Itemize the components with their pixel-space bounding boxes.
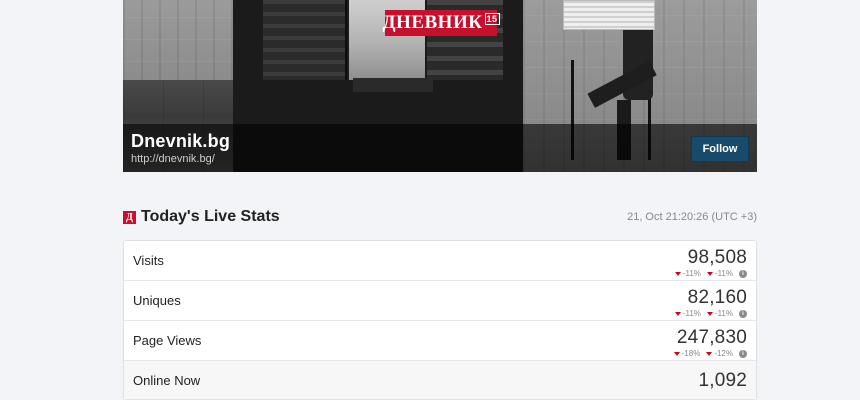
info-icon[interactable]: i [739,309,747,318]
stat-delta: -11% [674,269,701,278]
arrow-down-icon [674,311,681,316]
arrow-down-icon [674,271,681,276]
arrow-down-icon [706,351,713,356]
stat-row-uniques: Uniques 82,160 -11% -11% i [124,281,756,321]
banner-photo-door-left [263,0,347,80]
stat-deltas: -18% -12% i [673,349,747,358]
stat-delta: -18% [673,349,701,358]
arrow-down-icon [673,351,680,356]
site-url-link[interactable]: http://dnevnik.bg/ [131,153,215,165]
stats-table: Visits 98,508 -11% -11% i Uniques 82,160 [123,240,757,400]
stat-value: 247,830 [676,327,747,348]
banner-photo-newspaper [563,0,655,30]
stat-value: 82,160 [687,287,747,308]
arrow-down-icon [706,271,713,276]
stat-delta-value: -11% [682,269,701,278]
stats-title: Today's Live Stats [141,208,280,225]
stat-row-online-now: Online Now 1,092 [124,361,756,399]
banner-photo-mat [353,78,433,92]
stat-delta-value: -18% [681,349,701,358]
stats-timestamp: 21, Oct 21:20:26 (UTC +3) [627,211,757,223]
stat-value: 98,508 [687,247,747,268]
site-logo-text: ДНЕВНИК [382,12,483,33]
stat-delta: -11% [674,309,701,318]
stat-deltas: -11% -11% i [674,269,747,278]
page: ДНЕВНИК 15 Dnevnik.bg http://dnevnik.bg/ … [0,0,860,400]
follow-button[interactable]: Follow [691,136,749,162]
stat-delta-value: -11% [682,309,701,318]
stat-deltas: -11% -11% i [674,309,747,318]
stat-delta-value: -11% [714,269,733,278]
stat-value: 1,092 [698,370,747,391]
stat-label: Online Now [133,373,201,388]
info-icon[interactable]: i [739,349,747,358]
stat-delta-value: -12% [714,349,733,358]
stat-delta-value: -11% [714,309,733,318]
stats-header: Д Today's Live Stats 21, Oct 21:20:26 (U… [123,208,757,228]
stat-label: Page Views [133,333,202,348]
site-logo-badge: 15 [484,13,500,25]
stat-delta: -12% [706,349,733,358]
stat-row-page-views: Page Views 247,830 -18% -12% i [124,321,756,361]
stat-row-visits: Visits 98,508 -11% -11% i [124,241,756,281]
stat-label: Visits [133,253,164,268]
arrow-down-icon [706,311,713,316]
site-name: Dnevnik.bg [131,131,231,151]
site-logo: ДНЕВНИК 15 [382,10,500,36]
cover-banner: ДНЕВНИК 15 Dnevnik.bg http://dnevnik.bg/ … [123,0,757,172]
dnevnik-brand-icon: Д [123,211,136,224]
info-icon[interactable]: i [739,269,747,278]
stat-label: Uniques [133,293,181,308]
stat-delta: -11% [706,309,733,318]
stat-delta: -11% [706,269,733,278]
